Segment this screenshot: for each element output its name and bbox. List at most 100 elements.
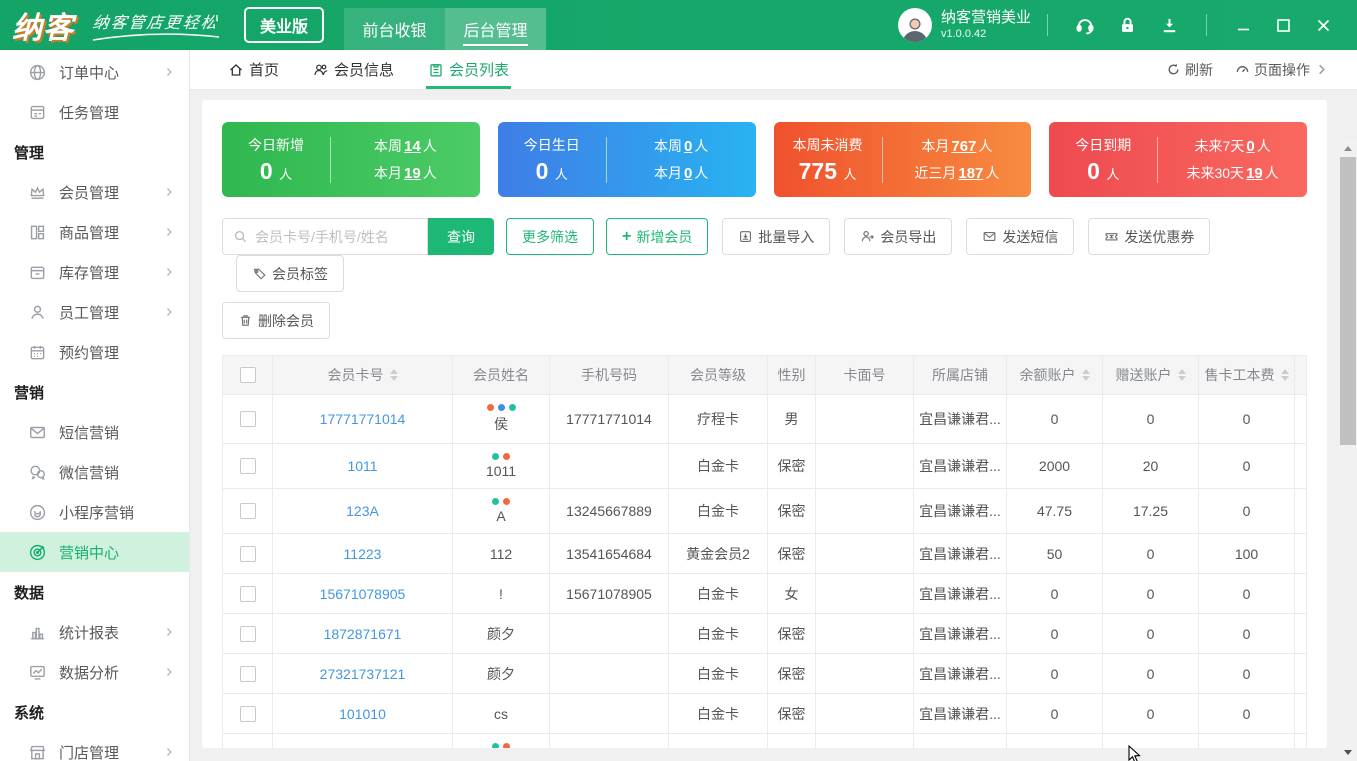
sidebar-item-6[interactable]: 员工管理 bbox=[0, 292, 189, 332]
column-header[interactable]: 售卡工本费 bbox=[1199, 356, 1295, 394]
sidebar-item-4[interactable]: 商品管理 bbox=[0, 212, 189, 252]
chevron-right-icon bbox=[163, 266, 175, 278]
send-sms-button[interactable]: 发送短信 bbox=[966, 218, 1074, 255]
table-row: 15671078905!15671078905白金卡女宜昌谦谦君...000 bbox=[223, 574, 1306, 614]
page-actions-button[interactable]: 页面操作 bbox=[1235, 60, 1329, 80]
sort-arrows-icon[interactable] bbox=[1281, 369, 1289, 381]
batch-import-button[interactable]: 批量导入 bbox=[722, 218, 830, 255]
empty-cell bbox=[1295, 444, 1306, 488]
member-card-no-link[interactable]: 11223 bbox=[344, 546, 382, 562]
tab-home[interactable]: 首页 bbox=[228, 50, 279, 89]
card-fee-cell: 0 bbox=[1199, 654, 1295, 693]
member-card-no-link[interactable]: 27321737121 bbox=[320, 666, 406, 682]
column-header[interactable]: 手机号码 bbox=[550, 356, 669, 394]
column-header[interactable]: 性别 bbox=[768, 356, 816, 394]
row-checkbox[interactable] bbox=[240, 666, 256, 682]
member-card-no-link[interactable]: 1872871671 bbox=[324, 626, 402, 642]
table-row: 1872871671颜夕白金卡保密宜昌谦谦君...000 bbox=[223, 614, 1306, 654]
member-card-no-link[interactable]: 15671078905 bbox=[320, 586, 406, 602]
row-checkbox[interactable] bbox=[240, 458, 256, 474]
export-members-button[interactable]: 会员导出 bbox=[844, 218, 952, 255]
download-icon[interactable] bbox=[1148, 10, 1190, 40]
lock-icon[interactable] bbox=[1106, 10, 1148, 40]
table-row: 101010cs白金卡保密宜昌谦谦君...000 bbox=[223, 694, 1306, 734]
sort-arrows-icon[interactable] bbox=[390, 369, 398, 381]
sidebar-item-14[interactable]: 统计报表 bbox=[0, 612, 189, 652]
close-button[interactable] bbox=[1303, 10, 1343, 40]
row-checkbox[interactable] bbox=[240, 411, 256, 427]
level-cell: 黄金会员2 bbox=[669, 534, 768, 573]
sidebar-item-15[interactable]: 数据分析 bbox=[0, 652, 189, 692]
search-input[interactable] bbox=[255, 229, 417, 245]
row-checkbox[interactable] bbox=[240, 586, 256, 602]
member-card-no-link[interactable]: 101010 bbox=[339, 706, 386, 722]
column-header[interactable]: 余额账户 bbox=[1007, 356, 1103, 394]
sort-arrows-icon[interactable] bbox=[1178, 369, 1186, 381]
tab-member-list[interactable]: 会员列表 bbox=[428, 50, 509, 89]
refresh-button[interactable]: 刷新 bbox=[1166, 60, 1213, 80]
title-bar: 纳客 纳客管店更轻松 美业版 前台收银 后台管理 纳客营销美业 v1.0.0.4… bbox=[0, 0, 1357, 50]
scroll-up-button[interactable] bbox=[1339, 140, 1357, 157]
column-header[interactable]: 会员卡号 bbox=[273, 356, 453, 394]
stat-sub-0: 未来7天0人 bbox=[1195, 136, 1271, 156]
user-info[interactable]: 纳客营销美业 v1.0.0.42 bbox=[941, 9, 1031, 42]
crown-icon bbox=[28, 183, 47, 202]
scrollbar-thumb[interactable] bbox=[1340, 157, 1356, 445]
balance-cell: 50 bbox=[1007, 534, 1103, 573]
member-card-no-link[interactable]: 17771771014 bbox=[320, 411, 406, 427]
query-button[interactable]: 查询 bbox=[428, 218, 494, 255]
tab-front-cashier[interactable]: 前台收银 bbox=[344, 8, 445, 50]
minimize-button[interactable] bbox=[1223, 10, 1263, 40]
row-checkbox[interactable] bbox=[240, 503, 256, 519]
sidebar-item-7[interactable]: 预约管理 bbox=[0, 332, 189, 372]
sort-arrows-icon[interactable] bbox=[1082, 369, 1090, 381]
card-face-cell bbox=[816, 654, 914, 693]
member-card-no-link[interactable]: 123A bbox=[346, 503, 379, 519]
row-checkbox[interactable] bbox=[240, 706, 256, 722]
scroll-down-button[interactable] bbox=[1339, 744, 1357, 761]
balance-cell: 0 bbox=[1007, 395, 1103, 443]
send-coupon-button[interactable]: 发送优惠券 bbox=[1088, 218, 1210, 255]
row-checkbox[interactable] bbox=[240, 546, 256, 562]
member-card-no-link[interactable]: 1011 bbox=[347, 458, 377, 474]
tab-backend-manage[interactable]: 后台管理 bbox=[445, 8, 546, 50]
gender-cell: 保密 bbox=[768, 444, 816, 488]
gift-cell: 0 bbox=[1103, 534, 1199, 573]
more-filters-button[interactable]: 更多筛选 bbox=[506, 218, 594, 255]
sidebar-item-5[interactable]: 库存管理 bbox=[0, 252, 189, 292]
store-cell: 宜昌谦谦君... bbox=[914, 395, 1007, 443]
sidebar-item-1[interactable]: 任务管理 bbox=[0, 92, 189, 132]
divider bbox=[1047, 14, 1048, 36]
sidebar-item-0[interactable]: 订单中心 bbox=[0, 52, 189, 92]
add-member-button[interactable]: +新增会员 bbox=[606, 218, 708, 255]
column-header[interactable]: 所属店铺 bbox=[914, 356, 1007, 394]
sidebar-item-12[interactable]: 营销中心 bbox=[0, 532, 189, 572]
avatar[interactable] bbox=[898, 8, 932, 42]
level-cell: 白金卡 bbox=[669, 444, 768, 488]
sidebar-item-3[interactable]: 会员管理 bbox=[0, 172, 189, 212]
empty-cell bbox=[1295, 489, 1306, 533]
sidebar-menu: 订单中心任务管理管理会员管理商品管理库存管理员工管理预约管理营销短信营销微信营销… bbox=[0, 52, 189, 761]
column-header[interactable]: 卡面号 bbox=[816, 356, 914, 394]
delete-members-button[interactable]: 删除会员 bbox=[222, 302, 330, 339]
column-header[interactable]: 赠送账户 bbox=[1103, 356, 1199, 394]
sidebar-item-11[interactable]: 小程序营销 bbox=[0, 492, 189, 532]
sidebar-item-17[interactable]: 门店管理 bbox=[0, 732, 189, 761]
avatar-person-icon bbox=[900, 14, 930, 42]
tab-member-info[interactable]: 会员信息 bbox=[313, 50, 394, 89]
sidebar-item-9[interactable]: 短信营销 bbox=[0, 412, 189, 452]
row-checkbox[interactable] bbox=[240, 626, 256, 642]
vertical-scrollbar[interactable] bbox=[1339, 140, 1357, 761]
select-all-checkbox[interactable] bbox=[240, 367, 256, 383]
column-header[interactable]: 会员姓名 bbox=[453, 356, 550, 394]
member-tags-button[interactable]: 会员标签 bbox=[236, 255, 344, 292]
stat-cards: 今日新增0 人本周14人本月19人今日生日0 人本周0人本月0人本周未消费775… bbox=[222, 122, 1307, 197]
edition-badge[interactable]: 美业版 bbox=[244, 7, 324, 43]
app-version: v1.0.0.42 bbox=[941, 28, 1031, 42]
card-face-cell bbox=[816, 694, 914, 733]
column-header[interactable]: 会员等级 bbox=[669, 356, 768, 394]
support-headset-icon[interactable] bbox=[1064, 10, 1106, 40]
maximize-button[interactable] bbox=[1263, 10, 1303, 40]
sidebar-item-10[interactable]: 微信营销 bbox=[0, 452, 189, 492]
phone-cell: 15671078905 bbox=[550, 574, 669, 613]
